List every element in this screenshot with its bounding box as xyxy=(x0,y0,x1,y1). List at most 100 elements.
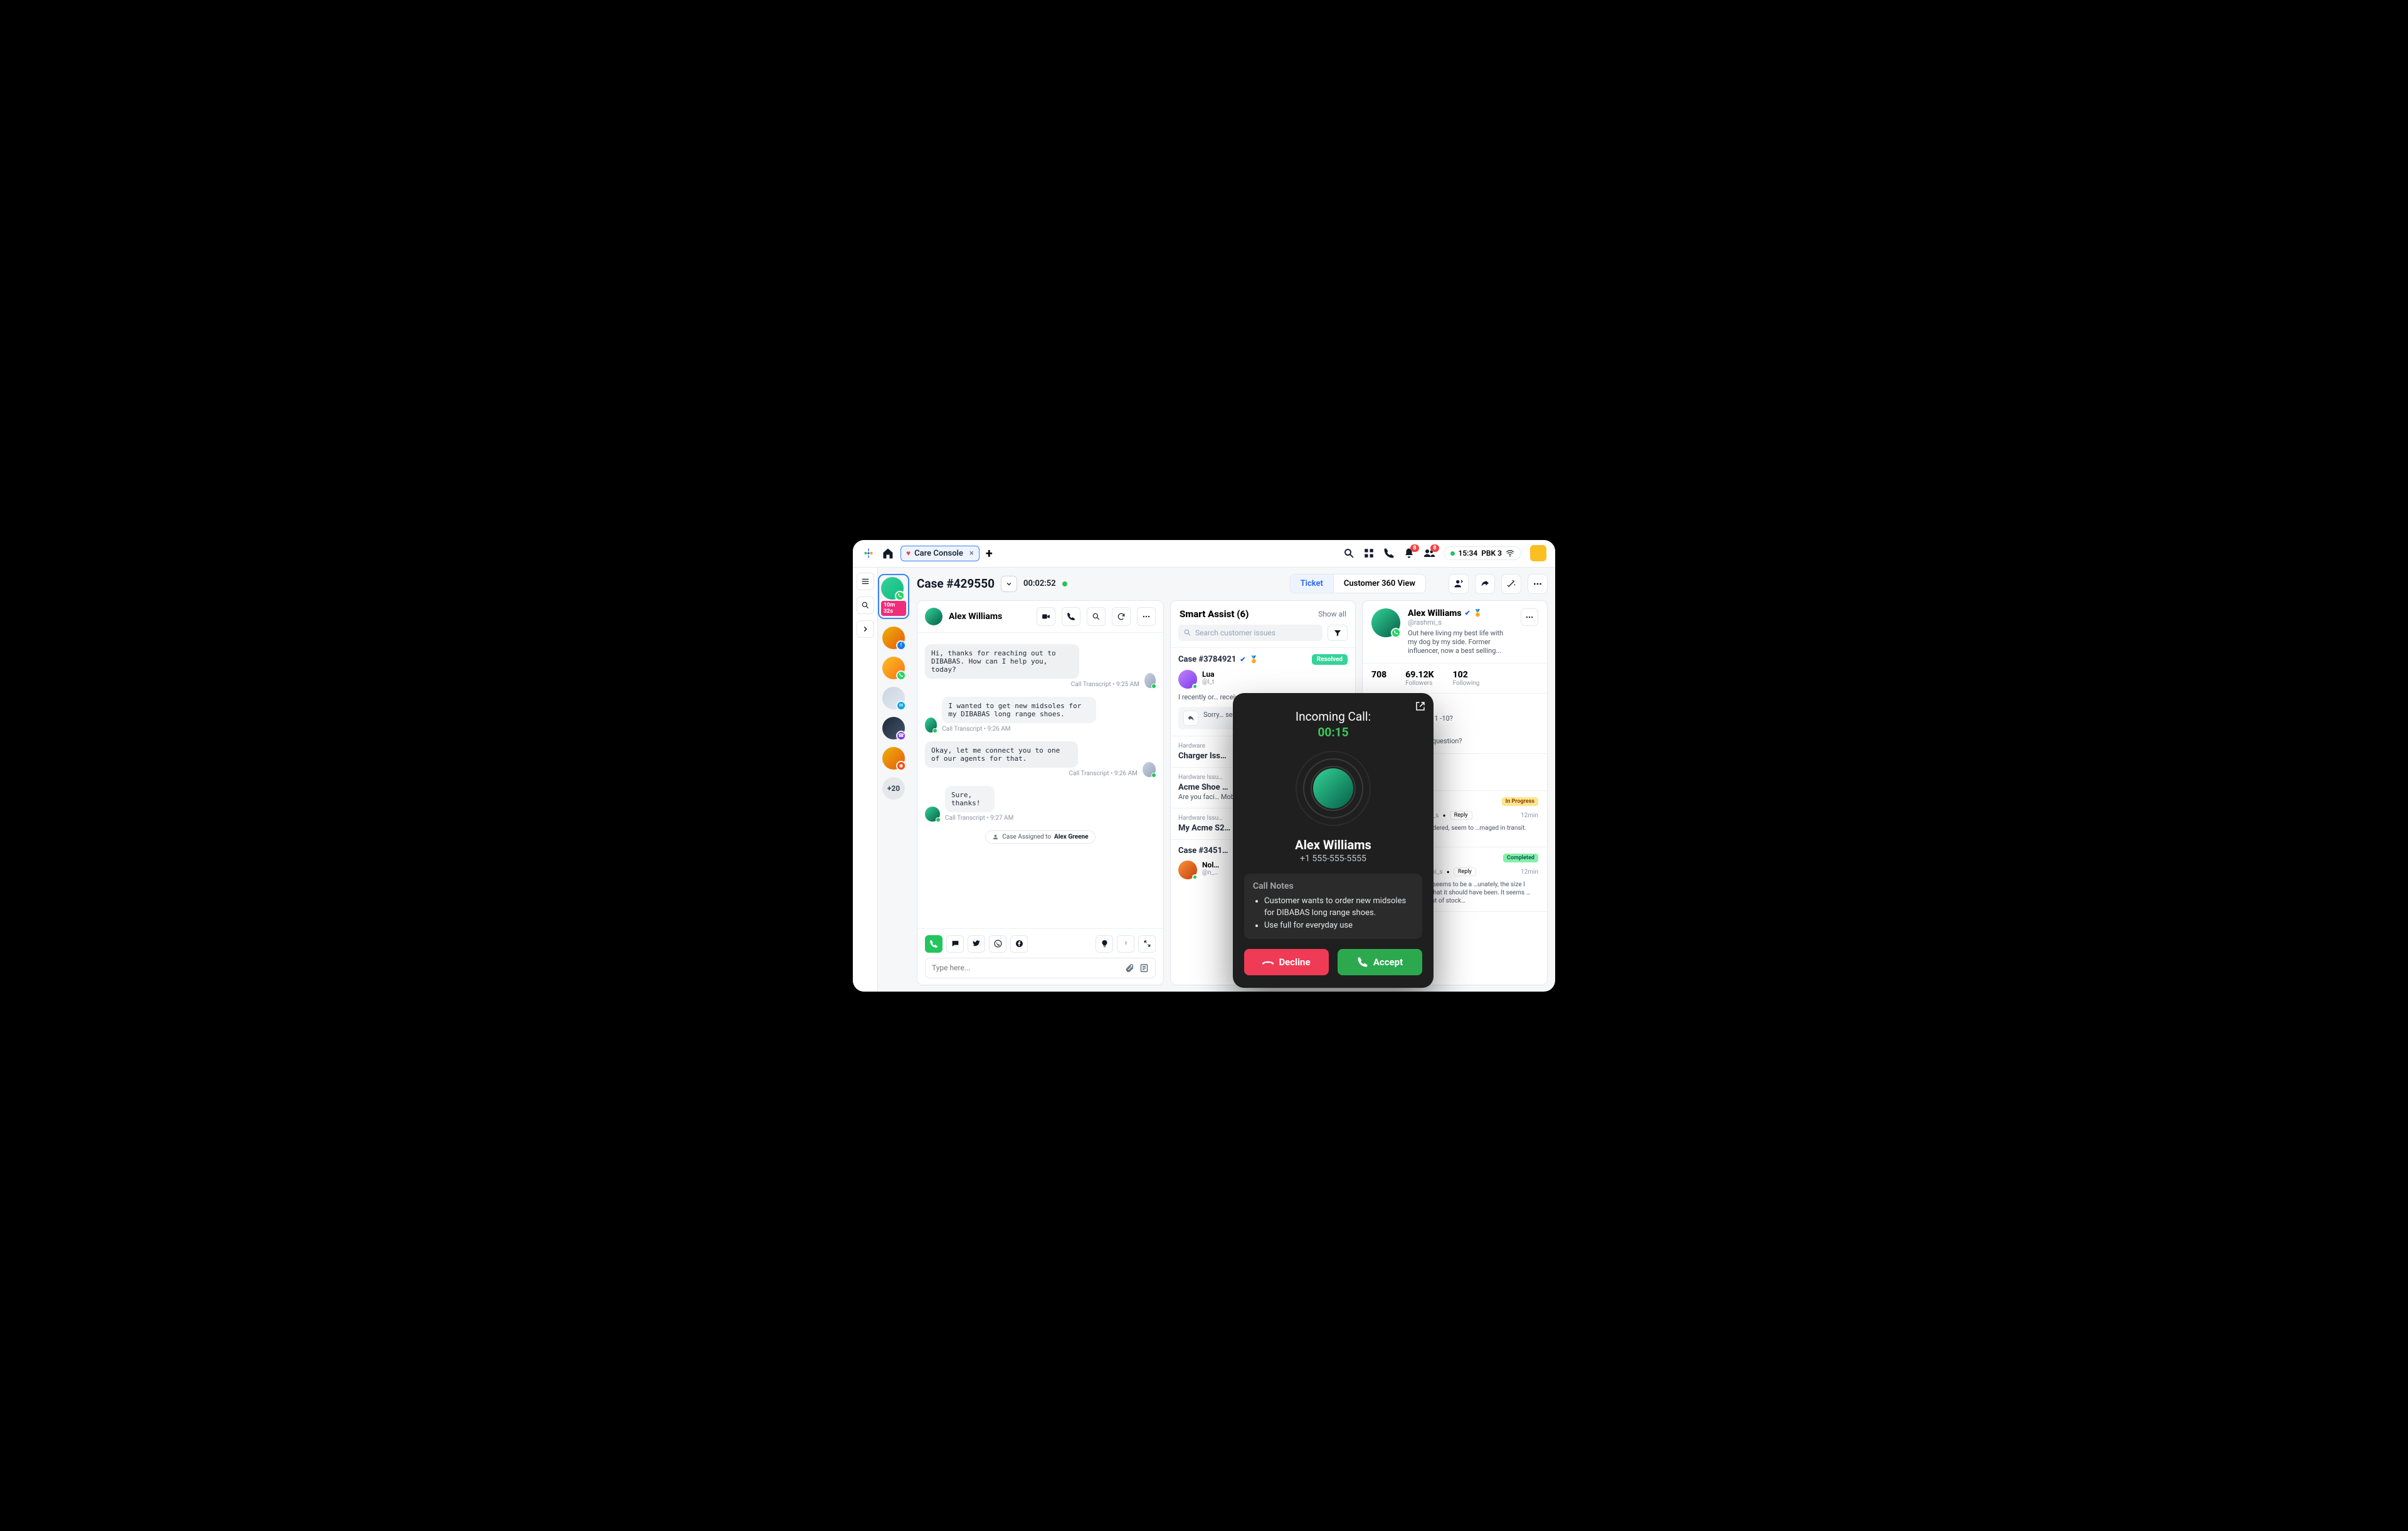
smart-case-id: Case #3451… xyxy=(1178,846,1228,856)
queue-wait-time: 10m 32s xyxy=(881,601,906,616)
queue-more[interactable]: +20 xyxy=(882,777,905,800)
decline-label: Decline xyxy=(1279,956,1310,968)
queue-item-1[interactable]: 10m 32s xyxy=(878,574,909,619)
messages-list: Hi, thanks for reaching out to DIBABAS. … xyxy=(917,633,1163,928)
verified-icon: ✔ xyxy=(1240,655,1245,664)
queue-item-2[interactable]: f xyxy=(882,627,905,649)
message-text: I wanted to get new midsoles for my DIBA… xyxy=(942,697,1096,723)
smart-user-name: Lua xyxy=(1202,670,1215,679)
message-text: Sure, thanks! xyxy=(945,786,995,812)
case-assignment-pill: Case Assigned to Alex Greene xyxy=(985,830,1095,844)
queue-item-4[interactable]: ✉ xyxy=(882,687,905,709)
tab-care-console[interactable]: ♥ Care Console × xyxy=(900,546,980,561)
facebook-icon: f xyxy=(896,640,906,650)
channel-facebook-icon[interactable] xyxy=(1010,935,1028,953)
smart-article-title: My Acme S2… xyxy=(1178,824,1230,833)
video-icon[interactable] xyxy=(1037,607,1055,626)
message-meta: Call Transcript • 9:26 AM xyxy=(942,726,1156,733)
channel-call-icon[interactable] xyxy=(925,935,943,953)
status-badge: In Progress xyxy=(1502,797,1538,806)
smart-user-handle: @l_t xyxy=(1202,679,1215,686)
message: Hi, thanks for reaching out to DIBABAS. … xyxy=(925,644,1156,688)
notif-badge: 8 xyxy=(1410,544,1418,552)
search-icon[interactable] xyxy=(1343,548,1354,559)
phone-icon[interactable] xyxy=(1383,548,1395,559)
call-timer: 00:15 xyxy=(1244,725,1422,739)
tab-ticket[interactable]: Ticket xyxy=(1291,575,1334,593)
user-avatar[interactable] xyxy=(1530,545,1546,561)
people-icon[interactable]: 8 xyxy=(1423,548,1435,559)
decline-button[interactable]: Decline xyxy=(1244,949,1329,975)
profile-more-icon[interactable] xyxy=(1521,608,1538,626)
whatsapp-icon xyxy=(895,591,905,601)
queue-item-3[interactable] xyxy=(882,657,905,679)
chat-more-icon[interactable] xyxy=(1137,607,1156,626)
workspace-label: PBK 3 xyxy=(1481,549,1502,558)
online-dot xyxy=(1450,551,1455,556)
case-bar: Case #429550 00:02:52 Ticket Customer 36… xyxy=(917,574,1548,594)
more-icon[interactable] xyxy=(1528,574,1548,594)
channel-twitter-icon[interactable] xyxy=(968,935,985,953)
popout-icon[interactable] xyxy=(1415,701,1426,712)
refresh-icon[interactable] xyxy=(1112,607,1131,626)
message-meta: Call Transcript • 9:26 AM xyxy=(925,770,1138,777)
bulb-icon[interactable] xyxy=(1096,935,1113,953)
share-icon[interactable] xyxy=(1475,574,1495,594)
home-icon[interactable] xyxy=(882,547,894,559)
smart-search-input[interactable]: Search customer issues xyxy=(1178,625,1323,641)
tab-customer-360[interactable]: Customer 360 View xyxy=(1334,575,1425,593)
expand-icon[interactable] xyxy=(1138,935,1156,953)
verified-icon: ✔ xyxy=(1465,609,1471,617)
menu-icon[interactable] xyxy=(857,573,874,590)
close-tab-icon[interactable]: × xyxy=(969,549,974,558)
award-icon: 🏅 xyxy=(1250,655,1259,664)
stat-value: 708 xyxy=(1371,670,1386,680)
profile-bio: Out here living my best life with my dog… xyxy=(1408,629,1513,656)
stat-label: Following xyxy=(1453,680,1480,687)
message-meta: Call Transcript • 9:25 AM xyxy=(925,681,1139,688)
incoming-call-modal: Incoming Call: 00:15 Alex Williams +1 55… xyxy=(1233,693,1434,988)
queue-item-5[interactable]: ☎ xyxy=(882,717,905,739)
accept-button[interactable]: Accept xyxy=(1338,949,1422,975)
people-badge: 8 xyxy=(1430,544,1439,552)
channel-chat-icon[interactable] xyxy=(946,935,964,953)
call-note: Customer wants to order new midsoles for… xyxy=(1264,895,1413,919)
customer-avatar xyxy=(925,608,943,625)
call-icon[interactable] xyxy=(1062,607,1080,626)
magic-icon[interactable] xyxy=(1501,574,1521,594)
rail-search-icon[interactable] xyxy=(857,596,874,614)
caller-phone: +1 555-555-5555 xyxy=(1244,854,1422,864)
channel-whatsapp-icon[interactable] xyxy=(989,935,1006,953)
notifications-icon[interactable]: 8 xyxy=(1403,548,1415,559)
reply-button[interactable]: Reply xyxy=(1450,811,1472,820)
reply-arrow-icon[interactable] xyxy=(1183,711,1198,726)
case-age: 12min xyxy=(1521,869,1538,876)
queue-item-6[interactable]: ◉ xyxy=(882,747,905,770)
add-tab-button[interactable]: + xyxy=(986,546,993,561)
user-avatar xyxy=(1178,670,1197,689)
status-pill[interactable]: 15:34 PBK 3 xyxy=(1444,546,1521,560)
attach-icon[interactable] xyxy=(1125,963,1134,973)
view-switch: Ticket Customer 360 View xyxy=(1290,574,1426,593)
chat-search-icon[interactable] xyxy=(1087,607,1106,626)
app-logo xyxy=(862,546,875,560)
expand-icon[interactable] xyxy=(857,620,874,638)
notes-icon[interactable] xyxy=(1139,963,1149,973)
case-dropdown[interactable] xyxy=(1001,576,1017,592)
reply-button[interactable]: Reply xyxy=(1454,867,1476,876)
smart-user-handle: @n_… xyxy=(1202,869,1219,876)
assign-user-icon[interactable] xyxy=(1449,574,1469,594)
sprinklr-icon[interactable] xyxy=(1117,935,1134,953)
case-title: Case #429550 xyxy=(917,576,995,591)
case-age: 12min xyxy=(1521,812,1538,819)
message-input[interactable] xyxy=(932,963,1125,972)
status-time: 15:34 xyxy=(1459,549,1478,558)
agent-avatar xyxy=(1143,762,1156,777)
whatsapp-icon xyxy=(1391,628,1401,638)
show-all-link[interactable]: Show all xyxy=(1318,610,1346,618)
smart-search-placeholder: Search customer issues xyxy=(1195,628,1275,637)
apps-grid-icon[interactable] xyxy=(1363,548,1375,559)
filter-icon[interactable] xyxy=(1328,625,1348,641)
smart-article-title: Charger Iss… xyxy=(1178,751,1227,761)
stat-label: Followers xyxy=(1405,680,1434,687)
